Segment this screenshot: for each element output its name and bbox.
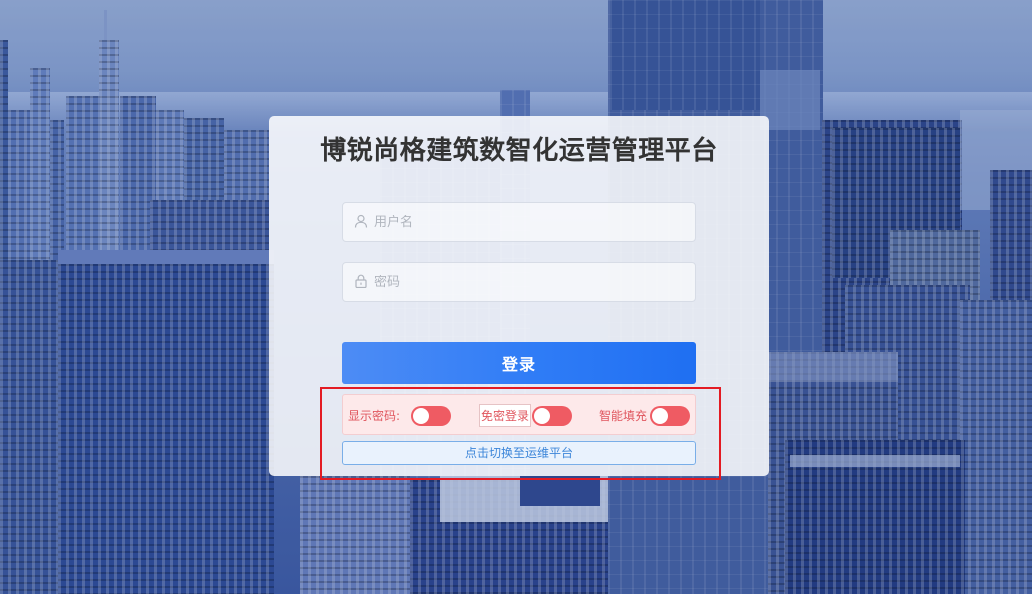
show-password-label: 显示密码: (348, 409, 401, 423)
toggle-knob (534, 408, 550, 424)
autofill-label: 智能填充 (599, 409, 648, 423)
password-input[interactable] (374, 274, 674, 290)
lock-icon (354, 273, 368, 292)
username-field[interactable] (342, 202, 696, 242)
username-input[interactable] (374, 214, 674, 230)
remember-login-label: 免密登录 (479, 404, 532, 427)
toggle-knob (652, 408, 668, 424)
login-button[interactable]: 登录 (342, 342, 696, 384)
autofill-toggle[interactable] (650, 406, 690, 426)
page-title: 博锐尚格建筑数智化运营管理平台 (320, 136, 718, 166)
user-icon (354, 213, 368, 232)
switch-platform-button[interactable]: 点击切换至运维平台 (342, 441, 696, 465)
show-password-toggle[interactable] (411, 406, 451, 426)
login-options: 显示密码: 免密登录 智能填充 (342, 394, 696, 435)
remember-login-toggle[interactable] (532, 406, 572, 426)
password-field[interactable] (342, 262, 696, 302)
toggle-knob (413, 408, 429, 424)
login-card: 博锐尚格建筑数智化运营管理平台 登录 显示密码: 免密登录 (269, 116, 769, 476)
